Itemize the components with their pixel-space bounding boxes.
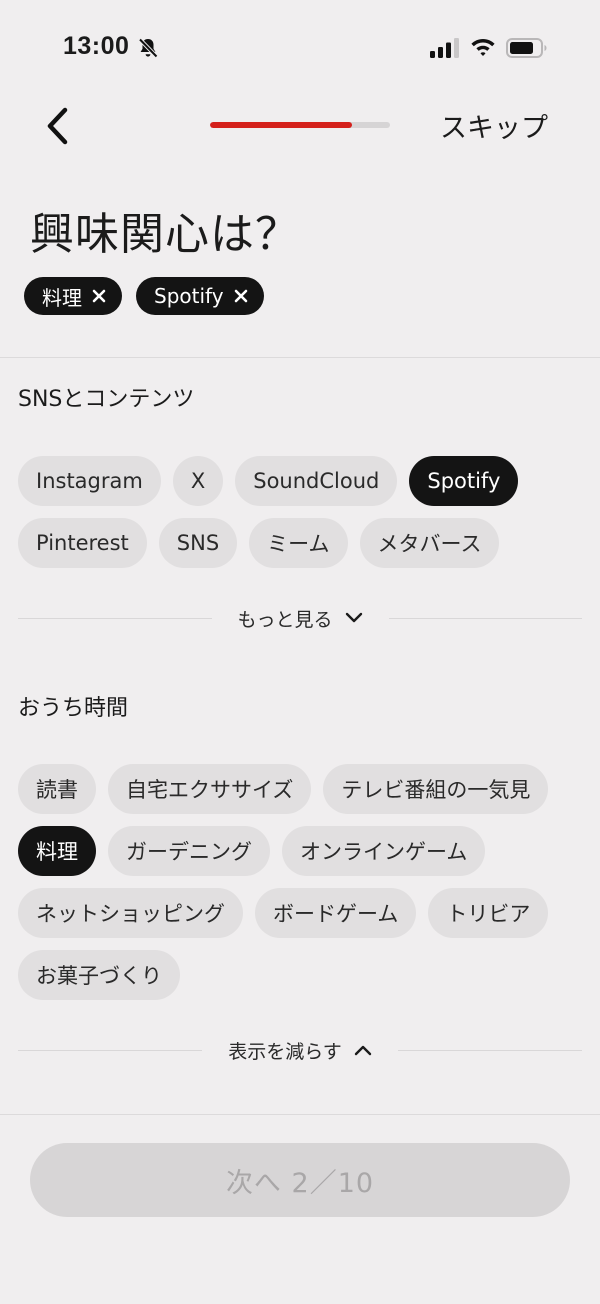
- divider: [388, 617, 583, 619]
- section-title-sns: SNSとコンテンツ: [18, 387, 195, 412]
- show-more-label: もっと見る: [237, 608, 333, 631]
- chip-board-games[interactable]: ボードゲーム: [255, 888, 417, 938]
- skip-button[interactable]: スキップ: [440, 106, 548, 145]
- chip-online-games[interactable]: オンラインゲーム: [282, 826, 486, 876]
- chip-reading[interactable]: 読書: [18, 764, 96, 814]
- chip-list-sns: Instagram X SoundCloud Spotify Pinterest…: [18, 456, 578, 568]
- selected-tag[interactable]: 料理: [24, 277, 122, 315]
- close-icon[interactable]: [234, 289, 248, 303]
- divider: [18, 617, 212, 619]
- chip-cooking[interactable]: 料理: [18, 826, 96, 876]
- divider: [18, 1049, 203, 1051]
- show-less-button[interactable]: 表示を減らす: [202, 1037, 398, 1064]
- show-more-button[interactable]: もっと見る: [212, 605, 389, 632]
- chip-tv-binge[interactable]: テレビ番組の一気見: [323, 764, 549, 814]
- status-bar: 13:00: [0, 0, 600, 96]
- selected-tag-label: 料理: [42, 285, 82, 310]
- show-less-row: 表示を減らす: [18, 1035, 582, 1065]
- chip-meme[interactable]: ミーム: [249, 518, 348, 568]
- chip-soundcloud[interactable]: SoundCloud: [235, 456, 398, 506]
- show-less-label: 表示を減らす: [228, 1040, 342, 1063]
- chip-list-home: 読書 自宅エクササイズ テレビ番組の一気見 料理 ガーデニング オンラインゲーム…: [18, 764, 578, 1000]
- close-icon[interactable]: [92, 289, 106, 303]
- page-title: 興味関心は？: [30, 209, 300, 260]
- chip-baking[interactable]: お菓子づくり: [18, 950, 180, 1000]
- chevron-left-icon: [47, 107, 68, 145]
- divider: [0, 357, 600, 358]
- chip-online-shopping[interactable]: ネットショッピング: [18, 888, 243, 938]
- divider: [0, 1114, 600, 1115]
- selected-tags: 料理 Spotify: [24, 277, 264, 315]
- show-more-row: もっと見る: [18, 603, 583, 633]
- bell-slash-icon: [138, 38, 158, 58]
- cellular-signal-icon: [430, 38, 459, 58]
- chevron-up-icon: [354, 1045, 372, 1056]
- chip-spotify[interactable]: Spotify: [409, 456, 519, 506]
- onboarding-progress-bar: [210, 122, 390, 128]
- back-button[interactable]: [38, 104, 78, 148]
- selected-tag[interactable]: Spotify: [136, 277, 264, 315]
- chevron-down-icon: [345, 612, 362, 623]
- status-time: 13:00: [63, 32, 130, 60]
- chip-gardening[interactable]: ガーデニング: [108, 826, 270, 876]
- section-title-home: おうち時間: [18, 696, 129, 721]
- chip-instagram[interactable]: Instagram: [18, 456, 161, 506]
- progress-fill: [210, 122, 353, 128]
- battery-icon: [506, 38, 547, 58]
- chip-home-exercise[interactable]: 自宅エクササイズ: [108, 764, 312, 814]
- next-button[interactable]: 次へ 2／10: [30, 1143, 570, 1217]
- chip-trivia[interactable]: トリビア: [428, 888, 549, 938]
- divider: [397, 1049, 582, 1051]
- chip-metaverse[interactable]: メタバース: [359, 518, 500, 568]
- chip-x[interactable]: X: [172, 456, 224, 506]
- wifi-icon: [471, 39, 495, 56]
- chip-sns[interactable]: SNS: [158, 518, 238, 568]
- chip-pinterest[interactable]: Pinterest: [18, 518, 147, 568]
- selected-tag-label: Spotify: [154, 284, 224, 308]
